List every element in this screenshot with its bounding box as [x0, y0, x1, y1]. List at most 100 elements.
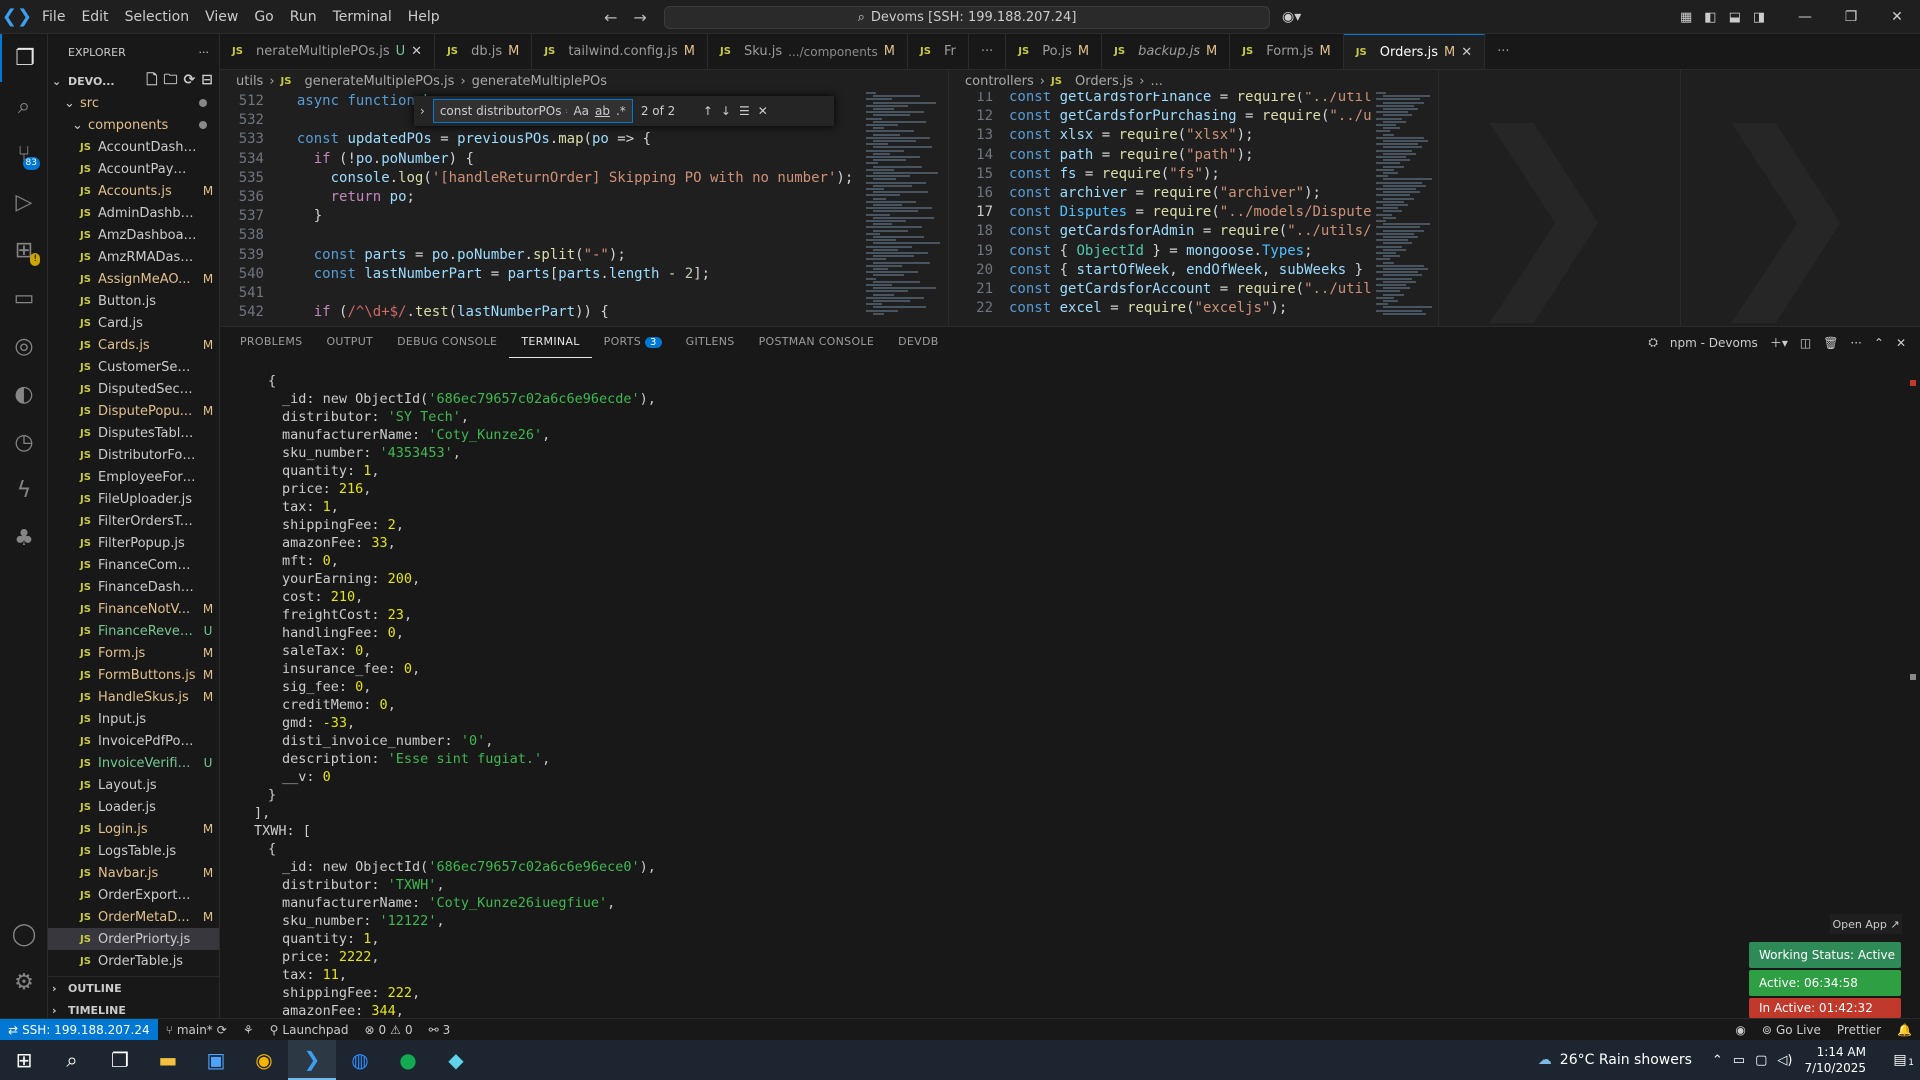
file-item[interactable]: JS FinanceNotV... M — [48, 598, 219, 620]
search-icon[interactable]: ⌕ — [0, 82, 48, 130]
code-line[interactable]: const xlsx = require("xlsx"); — [1009, 126, 1254, 145]
menu-file[interactable]: File — [34, 0, 73, 34]
prettier[interactable]: Prettier — [1829, 1023, 1889, 1037]
close-tab-icon[interactable]: ✕ — [411, 44, 422, 59]
breadcrumb-item[interactable]: controllers — [965, 74, 1034, 89]
volume-icon[interactable]: ◁) — [1777, 1053, 1792, 1068]
notification-center-icon[interactable]: ▤ 1 — [1880, 1052, 1920, 1068]
file-item[interactable]: JS Card.js — [48, 312, 219, 334]
branch[interactable]: ⑂ main* ⟳ — [158, 1023, 235, 1037]
run-debug-icon[interactable]: ▷ — [0, 178, 48, 226]
remote-explorer-icon[interactable]: ▭ — [0, 274, 48, 322]
terminal[interactable]: {_id: new ObjectId('686ec79657c02a6c6e96… — [220, 358, 1910, 1018]
more-actions-icon[interactable]: ··· — [199, 46, 210, 59]
weather-widget[interactable]: ☁ 26°C Rain showers — [1538, 1052, 1712, 1068]
file-item[interactable]: JS Navbar.js M — [48, 862, 219, 884]
menu-terminal[interactable]: Terminal — [325, 0, 400, 34]
left-editor[interactable]: 512 async function h 532 533 const updated… — [220, 92, 948, 326]
code-line[interactable]: console.log('[handleReturnOrder] Skippin… — [280, 169, 854, 188]
code-line[interactable]: if (!po.poNumber) { — [280, 150, 474, 169]
file-item[interactable]: JS DisputesTable.js — [48, 422, 219, 444]
maximize-panel-icon[interactable]: ⌃ — [1874, 336, 1884, 350]
panel-tab-terminal[interactable]: TERMINAL — [509, 327, 592, 358]
tab-form-js[interactable]: JS Form.js M — [1230, 34, 1344, 69]
panel-tab-gitlens[interactable]: GITLENS — [674, 327, 747, 358]
explorer-icon[interactable]: ❐ — [0, 34, 48, 82]
file-explorer-icon[interactable]: ▬ — [144, 1040, 192, 1080]
code-line[interactable]: const lastNumberPart = parts[parts.lengt… — [280, 265, 710, 284]
breadcrumb-item[interactable]: generateMultiplePOs.js — [305, 74, 455, 89]
manage-gear-icon[interactable]: ⚙ — [0, 958, 48, 1006]
close-find-icon[interactable]: ✕ — [758, 104, 768, 118]
windows-start-icon[interactable]: ⊞ — [0, 1040, 48, 1080]
chevron-right-icon[interactable]: › — [420, 104, 425, 118]
file-item[interactable]: JS Accounts.js M — [48, 180, 219, 202]
tab-backup-js[interactable]: JS backup.js M — [1102, 34, 1231, 69]
tab-sku-js[interactable]: JS Sku.js .../components M — [708, 34, 908, 69]
toggle-sidebar-icon[interactable]: ◧ — [1704, 10, 1716, 25]
panel-tab-devdb[interactable]: DEVDB — [886, 327, 950, 358]
code-line[interactable]: const updatedPOs = previousPOs.map(po =>… — [280, 130, 651, 149]
file-item[interactable]: JS AmzRMADashboar... — [48, 246, 219, 268]
file-item[interactable]: JS AccountDashboar... — [48, 136, 219, 158]
battery-icon[interactable]: ▭ — [1733, 1053, 1745, 1068]
code-line[interactable]: } — [280, 207, 322, 226]
breadcrumb-item[interactable]: utils — [236, 74, 263, 89]
file-item[interactable]: JS LogsTable.js — [48, 840, 219, 862]
file-item[interactable]: JS CustomerSection.js — [48, 356, 219, 378]
file-item[interactable]: JS AdminDashboard.js — [48, 202, 219, 224]
copilot-icon[interactable]: ◉▾ — [1282, 9, 1301, 25]
menu-run[interactable]: Run — [282, 0, 325, 34]
right-minimap[interactable] — [1372, 92, 1438, 322]
problems-status[interactable]: ⊗ 0 ⚠ 0 — [356, 1023, 420, 1037]
terminal-scrollbar[interactable] — [1908, 358, 1920, 1018]
code-line[interactable]: const Disputes = require("../models/Disp… — [1009, 203, 1372, 222]
file-item[interactable]: JS DisputedSection.js — [48, 378, 219, 400]
file-item[interactable]: JS InvoicePdfPopup.js — [48, 730, 219, 752]
accounts-icon[interactable]: ◯ — [0, 910, 48, 958]
tab-po-js[interactable]: JS Po.js M — [1006, 34, 1103, 69]
minimize-icon[interactable]: — — [1782, 9, 1828, 25]
kill-terminal-icon[interactable]: 🗑 — [1823, 336, 1838, 350]
panel-tab-postman-console[interactable]: POSTMAN CONSOLE — [747, 327, 887, 358]
code-line[interactable]: const parts = po.poNumber.split("-"); — [280, 246, 626, 265]
panel-tab-output[interactable]: OUTPUT — [314, 327, 385, 358]
extensions-icon[interactable]: ⊞! — [0, 226, 48, 274]
panel-tab-problems[interactable]: PROBLEMS — [228, 327, 314, 358]
forward-arrow-icon[interactable]: → — [633, 8, 646, 27]
right-editor[interactable]: 11 const getCardsforFinance = require("..… — [948, 92, 1372, 326]
file-item[interactable]: JS InvoiceVerific... U — [48, 752, 219, 774]
timeline-section[interactable]: › TIMELINE — [48, 999, 219, 1018]
more-actions-icon[interactable]: ··· — [1850, 336, 1861, 350]
split-terminal-icon[interactable]: ◫ — [1800, 336, 1811, 350]
open-app-button[interactable]: Open App ↗ — [1830, 914, 1902, 934]
file-item[interactable]: JS DistributorForm.js — [48, 444, 219, 466]
vscode-icon[interactable]: ❯ — [288, 1040, 336, 1080]
file-item[interactable]: JS OrderExportPopup.js — [48, 884, 219, 906]
copilot-status[interactable]: ◉ — [1727, 1023, 1753, 1037]
file-item[interactable]: JS FilterOrdersTable.js — [48, 510, 219, 532]
notifications-icon[interactable]: 🔔 — [1889, 1023, 1920, 1037]
match-word-icon[interactable]: ab — [595, 104, 610, 118]
panel-tab-ports[interactable]: PORTS 3 — [592, 327, 674, 358]
code-line[interactable]: if (/^\d+$/.test(lastNumberPart)) { — [280, 303, 609, 322]
search-icon[interactable]: ⌕ — [48, 1040, 96, 1080]
file-item[interactable]: JS Form.js M — [48, 642, 219, 664]
file-item[interactable]: JS FileUploader.js — [48, 488, 219, 510]
thunder-icon[interactable]: ϟ — [0, 466, 48, 514]
close-panel-icon[interactable]: ✕ — [1896, 336, 1906, 350]
breadcrumb-item[interactable]: ... — [1150, 74, 1162, 89]
file-item[interactable]: JS FinanceReveni... U — [48, 620, 219, 642]
code-line[interactable]: const getCardsforPurchasing = require(".… — [1009, 107, 1372, 126]
file-item[interactable]: JS OrderTable.js — [48, 950, 219, 972]
network-icon[interactable]: ▢ — [1755, 1053, 1767, 1068]
file-item[interactable]: JS Login.js M — [48, 818, 219, 840]
code-line[interactable]: return po; — [280, 188, 415, 207]
file-item[interactable]: JS FinanceDashboard.js — [48, 576, 219, 598]
python-icon[interactable]: ♣ — [0, 514, 48, 562]
outline-section[interactable]: › OUTLINE — [48, 977, 219, 999]
file-item[interactable]: JS Cards.js M — [48, 334, 219, 356]
next-match-icon[interactable]: ↓ — [721, 104, 731, 118]
task-view-icon[interactable]: ❐ — [96, 1040, 144, 1080]
toggle-secondary-sidebar-icon[interactable]: ◨ — [1753, 10, 1765, 25]
